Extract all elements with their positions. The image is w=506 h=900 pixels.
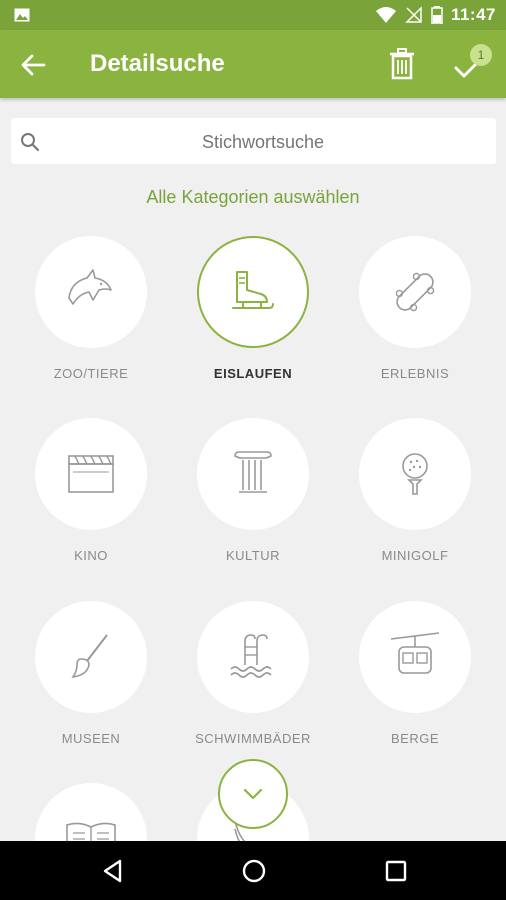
category-circle[interactable]	[197, 236, 309, 348]
category-circle[interactable]	[359, 601, 471, 713]
battery-icon	[431, 6, 443, 24]
image-notification-icon	[14, 8, 30, 22]
category-erlebnis[interactable]: ERLEBNIS	[335, 236, 495, 381]
no-signal-icon	[405, 6, 422, 23]
back-arrow-icon[interactable]	[18, 50, 48, 80]
app-bar: Detailsuche	[0, 30, 506, 98]
category-label: EISLAUFEN	[213, 366, 293, 381]
category-circle[interactable]	[35, 418, 147, 530]
category-label: MUSEEN	[61, 731, 121, 746]
category-circle[interactable]	[35, 236, 147, 348]
dolphin-icon	[68, 269, 112, 305]
category-circle[interactable]	[359, 418, 471, 530]
ice-skate-icon	[232, 271, 274, 309]
category-circle[interactable]	[359, 236, 471, 348]
paintbrush-icon	[71, 634, 108, 679]
category-circle[interactable]	[197, 601, 309, 713]
category-minigolf[interactable]: MINIGOLF	[335, 418, 495, 563]
category-label: ZOO/TIERE	[53, 366, 129, 381]
nav-back-icon[interactable]	[98, 856, 128, 886]
category-circle[interactable]	[35, 601, 147, 713]
category-label: KINO	[74, 548, 108, 563]
category-label: MINIGOLF	[381, 548, 449, 563]
category-museen[interactable]: MUSEEN	[11, 601, 171, 746]
category-eislaufen[interactable]: EISLAUFEN	[173, 236, 333, 381]
clapperboard-icon	[68, 455, 114, 493]
page-title: Detailsuche	[90, 50, 225, 77]
column-icon	[234, 451, 272, 493]
golf-ball-icon	[402, 453, 428, 495]
category-kultur[interactable]: KULTUR	[173, 418, 333, 563]
search-bar	[11, 118, 496, 166]
category-label: ERLEBNIS	[380, 366, 450, 381]
search-input[interactable]	[51, 118, 475, 166]
chevron-down-icon	[243, 788, 263, 800]
category-zoo-tiere[interactable]: ZOO/TIERE	[11, 236, 171, 381]
status-bar: 11:47	[0, 0, 506, 30]
category-kino[interactable]: KINO	[11, 418, 171, 563]
category-label: BERGE	[390, 731, 439, 746]
category-label: SCHWIMMBÄDER	[195, 731, 311, 746]
category-berge[interactable]: BERGE	[335, 601, 495, 746]
category-schwimmbäder[interactable]: SCHWIMMBÄDER	[173, 601, 333, 746]
nav-recents-icon[interactable]	[381, 856, 411, 886]
expand-more-button[interactable]	[218, 759, 288, 829]
cable-car-icon	[390, 632, 440, 674]
system-navigation-bar	[0, 841, 506, 900]
search-icon	[21, 133, 40, 152]
select-all-categories-link[interactable]: Alle Kategorien auswählen	[0, 187, 506, 208]
wifi-icon	[375, 7, 396, 23]
filter-count-badge: 1	[470, 44, 492, 66]
pool-icon	[230, 634, 272, 678]
category-label: KULTUR	[225, 548, 281, 563]
trash-icon[interactable]	[388, 48, 416, 80]
nav-home-icon[interactable]	[239, 856, 269, 886]
skateboard-icon	[395, 272, 435, 312]
category-circle[interactable]	[197, 418, 309, 530]
status-time: 11:47	[450, 5, 496, 24]
